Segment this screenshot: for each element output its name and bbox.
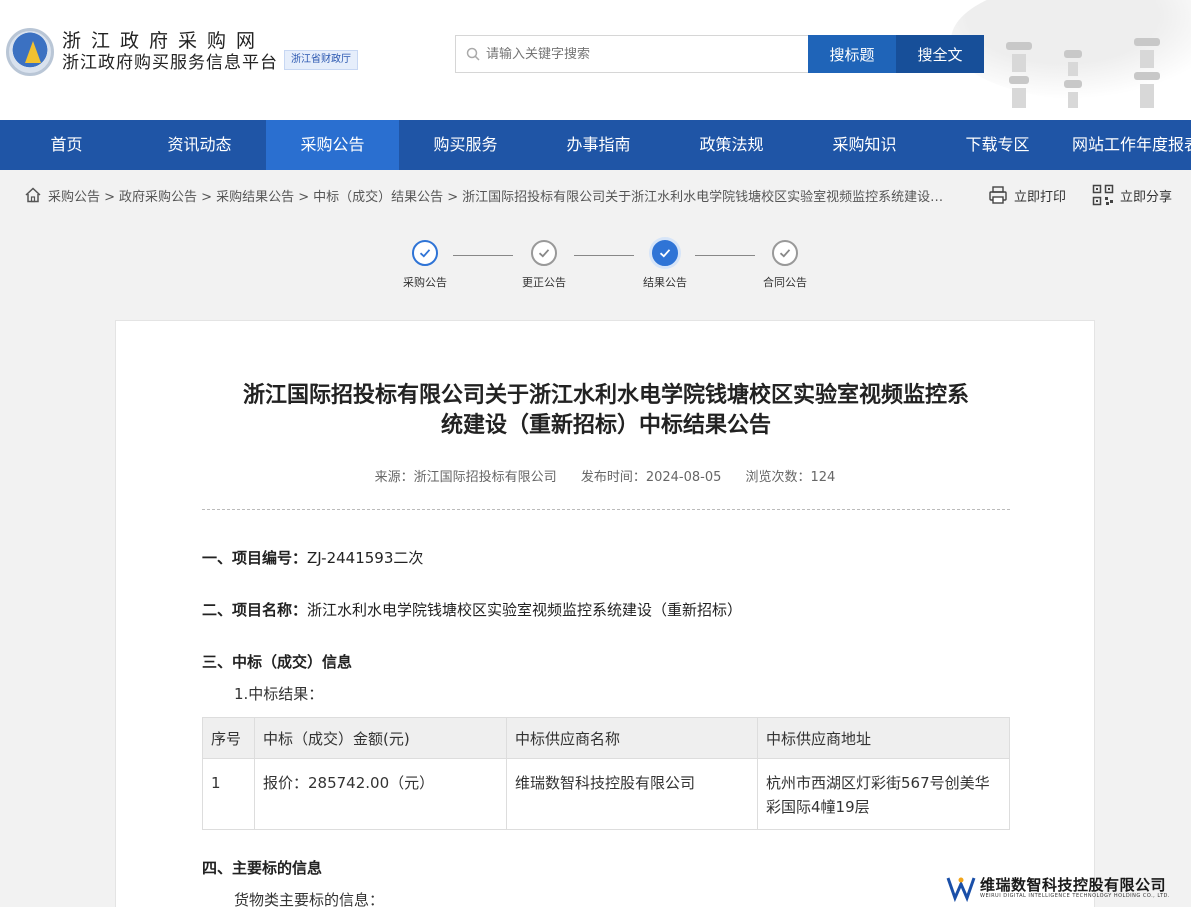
print-button[interactable]: 立即打印 [988, 182, 1066, 208]
check-icon [652, 240, 678, 266]
print-label: 立即打印 [1014, 189, 1067, 205]
section-heading: 三、中标（成交）信息 [202, 653, 353, 671]
pagoda-decoration [1006, 42, 1032, 108]
check-icon [531, 240, 557, 266]
project-name: 浙江水利水电学院钱塘校区实验室视频监控系统建设（重新招标） [307, 601, 743, 619]
search-icon [466, 47, 480, 61]
article-meta: 来源：浙江国际招投标有限公司 发布时间：2024-08-05 浏览次数：124 [116, 466, 1094, 485]
search-fulltext-button[interactable]: 搜全文 [896, 35, 984, 73]
nav-item-annual-report[interactable]: 网站工作年度报表 [1064, 120, 1191, 170]
section-heading: 一、项目编号： [202, 549, 308, 567]
nav-item-knowledge[interactable]: 采购知识 [798, 120, 931, 170]
search-title-button[interactable]: 搜标题 [808, 35, 896, 73]
company-logo-icon [946, 877, 976, 902]
logo-emblem-icon [6, 28, 54, 76]
section-heading: 二、项目名称： [202, 601, 308, 619]
check-icon [412, 240, 438, 266]
cell-supplier-name: 维瑞数智科技控股有限公司 [506, 758, 758, 830]
column-header: 中标供应商地址 [757, 717, 1010, 759]
nav-item-downloads[interactable]: 下载专区 [931, 120, 1064, 170]
step-connector [695, 255, 755, 256]
breadcrumb-current: 浙江国际招投标有限公司关于浙江水利水电学院钱塘校区实验室视频监控系统建设（重新招… [462, 189, 950, 205]
step-label: 结果公告 [643, 276, 687, 289]
main-nav: 首页 资讯动态 采购公告 购买服务 办事指南 政策法规 采购知识 下载专区 网站… [0, 120, 1191, 170]
step-correction-notice[interactable]: 更正公告 [514, 240, 574, 290]
watermark-company-name: 维瑞数智科技控股有限公司 [980, 875, 1167, 894]
company-watermark: 维瑞数智科技控股有限公司 WEIRUI DIGITAL INTELLIGENCE… [946, 874, 1170, 902]
share-button[interactable]: 立即分享 [1092, 182, 1172, 208]
article-source: 来源：浙江国际招投标有限公司 [374, 470, 557, 485]
step-connector [574, 255, 634, 256]
logo-subtitle: 浙江政府购买服务信息平台 [62, 53, 278, 73]
search-input[interactable] [486, 46, 786, 62]
watermark-company-name-en: WEIRUI DIGITAL INTELLIGENCE TECHNOLOGY H… [980, 892, 1170, 899]
article-title: 浙江国际招投标有限公司关于浙江水利水电学院钱塘校区实验室视频监控系 统建设（重新… [211, 381, 1001, 441]
section-project-name: 二、项目名称：浙江水利水电学院钱塘校区实验室视频监控系统建设（重新招标） [202, 599, 742, 620]
site-header: 浙江政府采购网 浙江政府购买服务信息平台 浙江省财政厅 搜标题 搜全文 [0, 0, 1191, 120]
award-result-label: 1.中标结果： [234, 685, 324, 703]
section-project-number: 一、项目编号：ZJ-2441593二次 [202, 547, 423, 568]
project-number: ZJ-2441593二次 [307, 549, 424, 567]
pagoda-decoration [1134, 38, 1160, 108]
logo-tag: 浙江省财政厅 [284, 50, 358, 70]
cell-supplier-address: 杭州市西湖区灯彩街567号创美华彩国际4幢19层 [757, 758, 1010, 830]
qr-code-icon [1092, 184, 1114, 206]
search-box [455, 35, 809, 73]
goods-items-label: 货物类主要标的信息： [234, 891, 385, 907]
progress-steps: 采购公告 更正公告 结果公告 合同公告 [400, 240, 820, 300]
article-card: 浙江国际招投标有限公司关于浙江水利水电学院钱塘校区实验室视频监控系 统建设（重新… [115, 320, 1095, 907]
cell-amount: 报价：285742.00（元） [254, 758, 507, 830]
nav-item-procurement-notices[interactable]: 采购公告 [266, 120, 399, 170]
share-label: 立即分享 [1120, 189, 1173, 205]
article-title-line: 统建设（重新招标）中标结果公告 [440, 413, 771, 438]
cell-index: 1 [202, 758, 255, 830]
section-heading: 四、主要标的信息 [202, 859, 323, 877]
pagoda-decoration [1060, 50, 1086, 108]
check-icon [772, 240, 798, 266]
article-title-line: 浙江国际招投标有限公司关于浙江水利水电学院钱塘校区实验室视频监控系 [242, 383, 969, 408]
breadcrumb: 采购公告 > 政府采购公告 > 采购结果公告 > 中标（成交）结果公告 > 浙江… [24, 184, 950, 206]
section-main-items: 四、主要标的信息 [202, 857, 322, 878]
column-header: 序号 [202, 717, 255, 759]
breadcrumb-link[interactable]: 采购公告 > [48, 186, 115, 205]
column-header: 中标（成交）金额(元) [254, 717, 507, 759]
nav-item-purchase-services[interactable]: 购买服务 [399, 120, 532, 170]
breadcrumb-link[interactable]: 采购结果公告 > [216, 186, 309, 205]
section-award-info: 三、中标（成交）信息 [202, 651, 352, 672]
step-label: 采购公告 [403, 276, 447, 289]
logo-title: 浙江政府采购网 [62, 30, 266, 52]
article-view-count: 浏览次数：124 [745, 470, 836, 485]
table-row: 1 报价：285742.00（元） 维瑞数智科技控股有限公司 杭州市西湖区灯彩街… [202, 758, 1010, 830]
article-publish-date: 发布时间：2024-08-05 [580, 470, 722, 485]
step-purchase-notice[interactable]: 采购公告 [395, 240, 455, 290]
table-header-row: 序号 中标（成交）金额(元) 中标供应商名称 中标供应商地址 [202, 717, 1010, 759]
step-label: 更正公告 [522, 276, 566, 289]
award-result-table: 序号 中标（成交）金额(元) 中标供应商名称 中标供应商地址 1 报价：2857… [202, 717, 1010, 830]
breadcrumb-link[interactable]: 政府采购公告 > [119, 186, 212, 205]
nav-item-guide[interactable]: 办事指南 [532, 120, 665, 170]
home-icon[interactable] [24, 186, 42, 204]
step-result-notice[interactable]: 结果公告 [635, 240, 695, 290]
step-label: 合同公告 [763, 276, 807, 289]
nav-item-news[interactable]: 资讯动态 [133, 120, 266, 170]
printer-icon [989, 186, 1007, 204]
nav-item-policies[interactable]: 政策法规 [665, 120, 798, 170]
step-connector [453, 255, 513, 256]
nav-item-home[interactable]: 首页 [0, 120, 133, 170]
meta-divider [202, 509, 1010, 510]
column-header: 中标供应商名称 [506, 717, 758, 759]
breadcrumb-link[interactable]: 中标（成交）结果公告 > [313, 186, 458, 205]
site-logo[interactable]: 浙江政府采购网 浙江政府购买服务信息平台 浙江省财政厅 [6, 28, 358, 76]
step-contract-notice[interactable]: 合同公告 [755, 240, 815, 290]
